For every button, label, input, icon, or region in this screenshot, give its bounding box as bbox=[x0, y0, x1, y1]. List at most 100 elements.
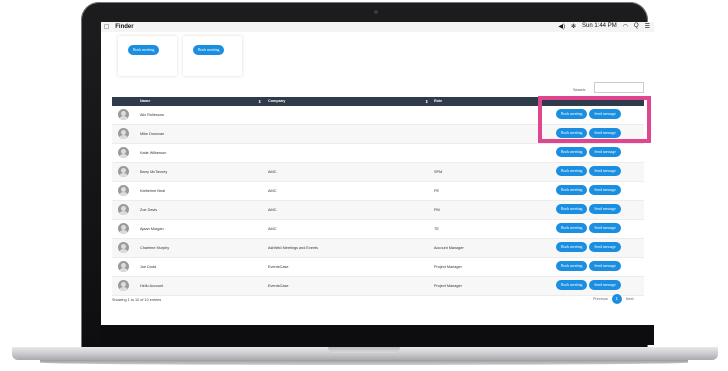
row-actions: Book meeting Send message bbox=[556, 261, 621, 271]
cell-name: Joe Dodd bbox=[140, 265, 157, 269]
laptop-base-edge bbox=[40, 360, 688, 365]
apple-icon[interactable]:  bbox=[104, 24, 109, 31]
bluetooth-icon[interactable]: ✻ bbox=[571, 23, 576, 30]
page-button-current[interactable]: 1 bbox=[611, 294, 622, 304]
table-row: Zoe Davis AMC PM Book meeting Send message bbox=[112, 201, 644, 220]
send-message-button[interactable]: Send message bbox=[589, 147, 621, 157]
laptop-notch bbox=[328, 347, 400, 353]
cell-name: Hello Account bbox=[140, 284, 164, 288]
search-input[interactable] bbox=[594, 82, 644, 93]
meeting-card: Book meeting bbox=[118, 36, 177, 76]
avatar bbox=[118, 242, 129, 253]
avatar bbox=[118, 223, 129, 234]
column-header-name[interactable]: Name bbox=[140, 99, 150, 103]
book-meeting-button[interactable]: Book meeting bbox=[193, 45, 225, 55]
screen-bezel bbox=[101, 325, 654, 345]
row-actions: Book meeting Send message bbox=[556, 242, 621, 252]
send-message-button[interactable]: Send message bbox=[589, 128, 621, 138]
row-actions: Book meeting Send message bbox=[556, 109, 621, 119]
wifi-icon[interactable]: ◠ bbox=[623, 23, 628, 30]
cell-company: AMC bbox=[268, 227, 277, 231]
table-row: Katie Wilkerson Book meeting Send message bbox=[112, 144, 644, 163]
avatar bbox=[118, 185, 129, 196]
table-body: Alix Rollesons Book meeting Send message Mi… bbox=[112, 106, 644, 296]
book-meeting-button[interactable]: Book meeting bbox=[556, 185, 588, 195]
send-message-button[interactable]: Send message bbox=[589, 242, 621, 252]
row-actions: Book meeting Send message bbox=[556, 147, 621, 157]
contacts-table: Name ⇕ Company ⇕ Role ⇕ Alix Rollesons Bo… bbox=[112, 97, 644, 296]
search-label: Search: bbox=[573, 88, 587, 92]
cell-name: Charlene Murphy bbox=[140, 246, 170, 250]
book-meeting-button[interactable]: Book meeting bbox=[556, 166, 588, 176]
table-row: Hello Account EventsCase Project Manager Bo… bbox=[112, 277, 644, 296]
send-message-button[interactable]: Send message bbox=[589, 223, 621, 233]
cell-company: AMC bbox=[268, 189, 277, 193]
sort-icon[interactable]: ⇕ bbox=[538, 99, 541, 104]
status-area: ◀︎) ✻ Sun 1:44 PM ◠ Q ☰ bbox=[558, 23, 650, 30]
cell-role: TE bbox=[434, 227, 439, 231]
avatar bbox=[118, 280, 129, 291]
send-message-button[interactable]: Send message bbox=[589, 185, 621, 195]
table-row: Charlene Murphy Ashfield Meetings and Eve… bbox=[112, 239, 644, 258]
volume-icon[interactable]: ◀︎) bbox=[558, 23, 565, 30]
spotlight-search-icon[interactable]: Q bbox=[634, 23, 639, 30]
camera-icon bbox=[374, 10, 378, 14]
send-message-button[interactable]: Send message bbox=[589, 280, 621, 290]
table-row: Barry McTavney AMC SPM Book meeting Send mes… bbox=[112, 163, 644, 182]
cell-name: Katherine Neal bbox=[140, 189, 166, 193]
cell-name: Katie Wilkerson bbox=[140, 151, 167, 155]
book-meeting-button[interactable]: Book meeting bbox=[556, 280, 588, 290]
avatar bbox=[118, 109, 129, 120]
cell-role: Account Manager bbox=[434, 246, 464, 250]
cell-role: SPM bbox=[434, 170, 443, 174]
book-meeting-button[interactable]: Book meeting bbox=[556, 242, 588, 252]
cell-name: Barry McTavney bbox=[140, 170, 168, 174]
book-meeting-button[interactable]: Book meeting bbox=[556, 204, 588, 214]
send-message-button[interactable]: Send message bbox=[589, 204, 621, 214]
cell-name: Mike Donovan bbox=[140, 132, 165, 136]
row-actions: Book meeting Send message bbox=[556, 280, 621, 290]
avatar bbox=[118, 128, 129, 139]
screen:  Finder ◀︎) ✻ Sun 1:44 PM ◠ Q ☰ Book me… bbox=[101, 22, 654, 325]
table-row: Joe Dodd EventsCase Project Manager Book me… bbox=[112, 258, 644, 277]
sort-icon[interactable]: ⇕ bbox=[425, 99, 428, 104]
cell-role: PM bbox=[434, 208, 440, 212]
next-page-link[interactable]: Next bbox=[626, 297, 634, 301]
table-row: Alix Rollesons Book meeting Send message bbox=[112, 106, 644, 125]
previous-page-link[interactable]: Previous bbox=[593, 297, 608, 301]
book-meeting-button[interactable]: Book meeting bbox=[556, 223, 588, 233]
cell-company: AMC bbox=[268, 208, 277, 212]
send-message-button[interactable]: Send message bbox=[589, 109, 621, 119]
cell-role: PE bbox=[434, 189, 440, 193]
avatar bbox=[118, 147, 129, 158]
row-actions: Book meeting Send message bbox=[556, 185, 621, 195]
avatar bbox=[118, 261, 129, 272]
row-actions: Book meeting Send message bbox=[556, 128, 621, 138]
cell-company: Ashfield Meetings and Events bbox=[268, 246, 319, 250]
table-row: Ajaan Morgan AMC TE Book meeting Send messag… bbox=[112, 220, 644, 239]
row-actions: Book meeting Send message bbox=[556, 223, 621, 233]
entries-info: Showing 1 to 10 of 10 entries bbox=[112, 298, 162, 302]
cell-company: EventsCase bbox=[268, 265, 289, 269]
table-row: Mike Donovan Book meeting Send message bbox=[112, 125, 644, 144]
column-header-role[interactable]: Role bbox=[434, 99, 442, 103]
cell-company: EventsCase bbox=[268, 284, 289, 288]
send-message-button[interactable]: Send message bbox=[589, 166, 621, 176]
book-meeting-button[interactable]: Book meeting bbox=[556, 147, 588, 157]
notification-list-icon[interactable]: ☰ bbox=[645, 23, 650, 30]
cell-name: Zoe Davis bbox=[140, 208, 158, 212]
clock[interactable]: Sun 1:44 PM bbox=[582, 23, 617, 30]
avatar bbox=[118, 166, 129, 177]
book-meeting-button[interactable]: Book meeting bbox=[556, 128, 588, 138]
book-meeting-button[interactable]: Book meeting bbox=[556, 109, 588, 119]
sort-icon[interactable]: ⇕ bbox=[258, 99, 261, 104]
row-actions: Book meeting Send message bbox=[556, 166, 621, 176]
pagination: Previous 1 Next bbox=[593, 294, 634, 304]
book-meeting-button[interactable]: Book meeting bbox=[556, 261, 588, 271]
cell-name: Ajaan Morgan bbox=[140, 227, 164, 231]
send-message-button[interactable]: Send message bbox=[589, 261, 621, 271]
book-meeting-button[interactable]: Book meeting bbox=[128, 45, 160, 55]
column-header-company[interactable]: Company bbox=[268, 99, 285, 103]
meeting-card: Book meeting bbox=[183, 36, 242, 76]
app-name[interactable]: Finder bbox=[115, 24, 133, 30]
